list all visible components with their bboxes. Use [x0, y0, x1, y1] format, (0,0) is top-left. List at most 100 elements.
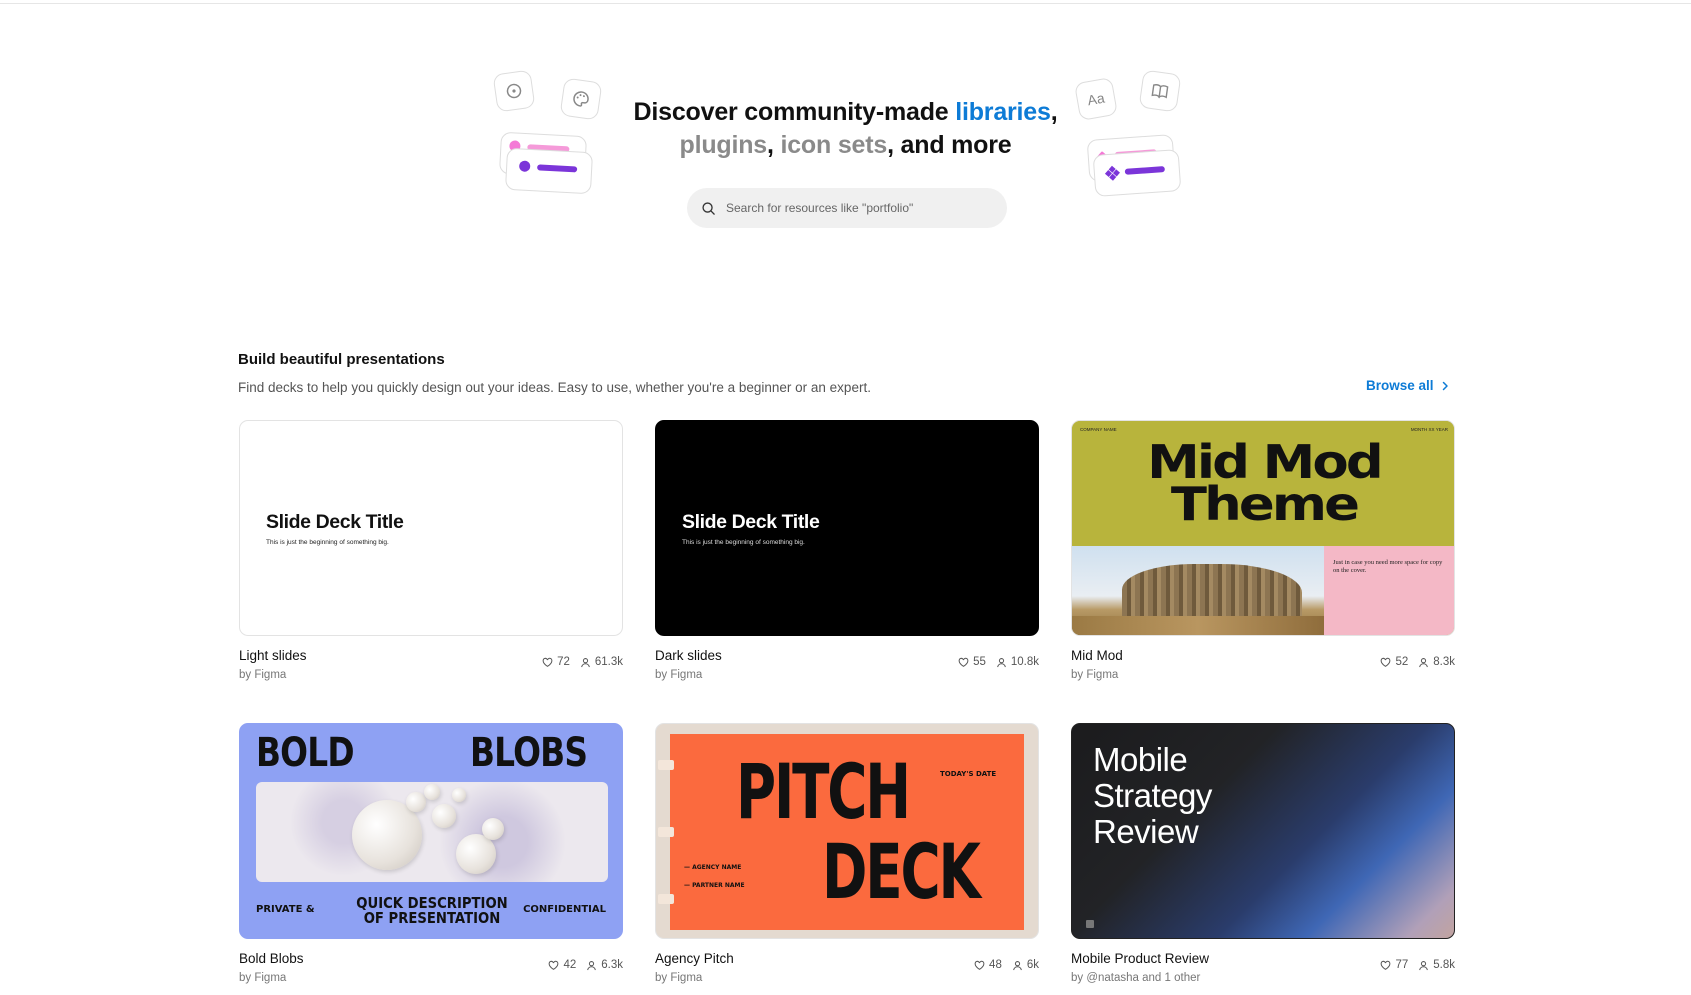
icon-sets-link[interactable]: icon sets [780, 131, 887, 159]
card-name[interactable]: Mid Mod [1071, 648, 1123, 663]
card-meta: Agency Pitch by Figma 48 6k [655, 949, 1039, 993]
blob [452, 788, 466, 802]
thumb-title: Slide Deck Title [682, 511, 820, 533]
card-meta: Light slides by Figma 72 61.3k [239, 646, 623, 690]
search-icon [702, 201, 715, 215]
card-thumbnail[interactable]: Slide Deck Title This is just the beginn… [655, 420, 1039, 636]
search-input[interactable] [726, 201, 996, 215]
binder-tab [658, 827, 674, 837]
likes-count: 42 [563, 959, 577, 971]
user-icon [1419, 960, 1429, 970]
hero-title-text: , [766, 131, 781, 159]
thumb-photo [1072, 546, 1324, 635]
thumb-label: CONFIDENTIAL [523, 904, 606, 915]
thumb-company: COMPANY NAME [1080, 427, 1117, 432]
likes-count: 55 [973, 656, 986, 668]
likes-stat[interactable]: 42 [548, 959, 576, 971]
plugins-link[interactable]: plugins [680, 131, 768, 159]
card-author[interactable]: by Figma [239, 669, 286, 681]
likes-stat[interactable]: 55 [958, 656, 986, 668]
resource-card[interactable]: Mobile Strategy Review Mobile Product Re… [1071, 723, 1455, 993]
thumb-title: Mid Mod Theme [1072, 439, 1454, 527]
users-stat: 5.8k [1418, 959, 1455, 971]
blob [456, 834, 496, 874]
search-bar[interactable] [687, 188, 1007, 228]
thumb-date: MONTH XX YEAR [1410, 427, 1448, 432]
thumb-pitch-panel: PITCH DECK TODAY'S DATE — AGENCY NAME — … [670, 734, 1024, 930]
resource-card[interactable]: BOLD BLOBS PRIVATE & QUICK DESCRIPTION O… [239, 723, 623, 993]
card-stats: 48 6k [974, 959, 1039, 971]
thumb-description: QUICK DESCRIPTION OF PRESENTATION [356, 894, 508, 927]
thumb-word: DECK [822, 827, 981, 916]
section-subtitle: Find decks to help you quickly design ou… [238, 380, 871, 395]
card-name[interactable]: Agency Pitch [655, 951, 734, 966]
thumb-subtitle: This is just the beginning of something … [682, 539, 805, 546]
likes-stat[interactable]: 77 [1380, 959, 1408, 971]
blob [424, 784, 440, 800]
user-icon [581, 657, 590, 667]
hero-title-text: , and more [887, 131, 1012, 159]
thumb-note-panel: Just in case you need more space for cop… [1324, 546, 1454, 635]
card-meta: Mobile Product Review by @natasha and 1 … [1071, 949, 1455, 993]
card-thumbnail[interactable]: PITCH DECK TODAY'S DATE — AGENCY NAME — … [655, 723, 1039, 939]
user-icon [587, 960, 597, 970]
thumb-date: TODAY'S DATE [940, 770, 997, 778]
libraries-link[interactable]: libraries [955, 98, 1051, 126]
hero-title-text: Discover community-made [633, 98, 956, 126]
likes-count: 72 [557, 656, 570, 668]
card-name[interactable]: Bold Blobs [239, 951, 304, 966]
card-author[interactable]: by Figma [655, 669, 702, 681]
card-thumbnail[interactable]: BOLD BLOBS PRIVATE & QUICK DESCRIPTION O… [239, 723, 623, 939]
card-author[interactable]: by Figma [655, 972, 702, 984]
card-author[interactable]: by Figma [1071, 669, 1118, 681]
resource-card[interactable]: PITCH DECK TODAY'S DATE — AGENCY NAME — … [655, 723, 1039, 993]
heart-icon [974, 960, 985, 970]
resource-card[interactable]: Slide Deck Title This is just the beginn… [239, 420, 623, 690]
card-stats: 42 6.3k [548, 959, 623, 971]
user-icon [997, 657, 1006, 667]
thumb-title: Slide Deck Title [266, 511, 404, 533]
thumb-label: PRIVATE & [256, 904, 315, 915]
binder-tab [658, 760, 674, 770]
users-stat: 8.3k [1418, 656, 1455, 668]
thumb-word: BLOBS [470, 730, 588, 776]
hero-title-text: , [1050, 98, 1058, 126]
resource-card[interactable]: Slide Deck Title This is just the beginn… [655, 420, 1039, 690]
card-meta: Bold Blobs by Figma 42 6.3k [239, 949, 623, 993]
card-meta: Dark slides by Figma 55 10.8k [655, 646, 1039, 690]
heart-icon [1381, 960, 1391, 970]
browse-all-link[interactable]: Browse all [1366, 378, 1450, 393]
thumb-title-line: Strategy [1093, 777, 1212, 814]
grass [1072, 616, 1324, 635]
binder-tab [658, 894, 674, 904]
thumb-note: Just in case you need more space for cop… [1333, 559, 1443, 574]
card-author[interactable]: by Figma [239, 972, 286, 984]
card-name[interactable]: Light slides [239, 648, 307, 663]
card-thumbnail[interactable]: COMPANY NAME MONTH XX YEAR Mid Mod Theme… [1071, 420, 1455, 636]
thumb-subtitle: This is just the beginning of something … [266, 539, 389, 546]
heart-icon [542, 657, 553, 667]
hero-title: Discover community-made libraries, plugi… [0, 96, 1691, 162]
thumb-title: Mobile Strategy Review [1093, 742, 1212, 850]
heart-icon [958, 657, 969, 667]
blob [406, 792, 426, 812]
resource-card[interactable]: COMPANY NAME MONTH XX YEAR Mid Mod Theme… [1071, 420, 1455, 690]
card-meta: Mid Mod by Figma 52 8.3k [1071, 646, 1455, 690]
users-stat: 6k [1012, 959, 1039, 971]
card-thumbnail[interactable]: Slide Deck Title This is just the beginn… [239, 420, 623, 636]
card-name[interactable]: Dark slides [655, 648, 722, 663]
card-stats: 72 61.3k [542, 656, 623, 668]
users-count: 6k [1026, 959, 1039, 971]
likes-count: 77 [1395, 959, 1409, 971]
card-thumbnail[interactable]: Mobile Strategy Review [1071, 723, 1455, 939]
likes-stat[interactable]: 72 [542, 656, 570, 668]
card-author[interactable]: by @natasha and 1 other [1071, 972, 1200, 984]
thumb-title-line: Mobile [1093, 741, 1188, 778]
hero: Aa Discover community-made libraries, pl… [0, 0, 1691, 300]
users-stat: 10.8k [996, 656, 1039, 668]
thumb-title-line: Review [1093, 813, 1199, 850]
card-name[interactable]: Mobile Product Review [1071, 951, 1209, 966]
likes-stat[interactable]: 52 [1380, 656, 1408, 668]
likes-stat[interactable]: 48 [974, 959, 1002, 971]
user-icon [1419, 657, 1429, 667]
